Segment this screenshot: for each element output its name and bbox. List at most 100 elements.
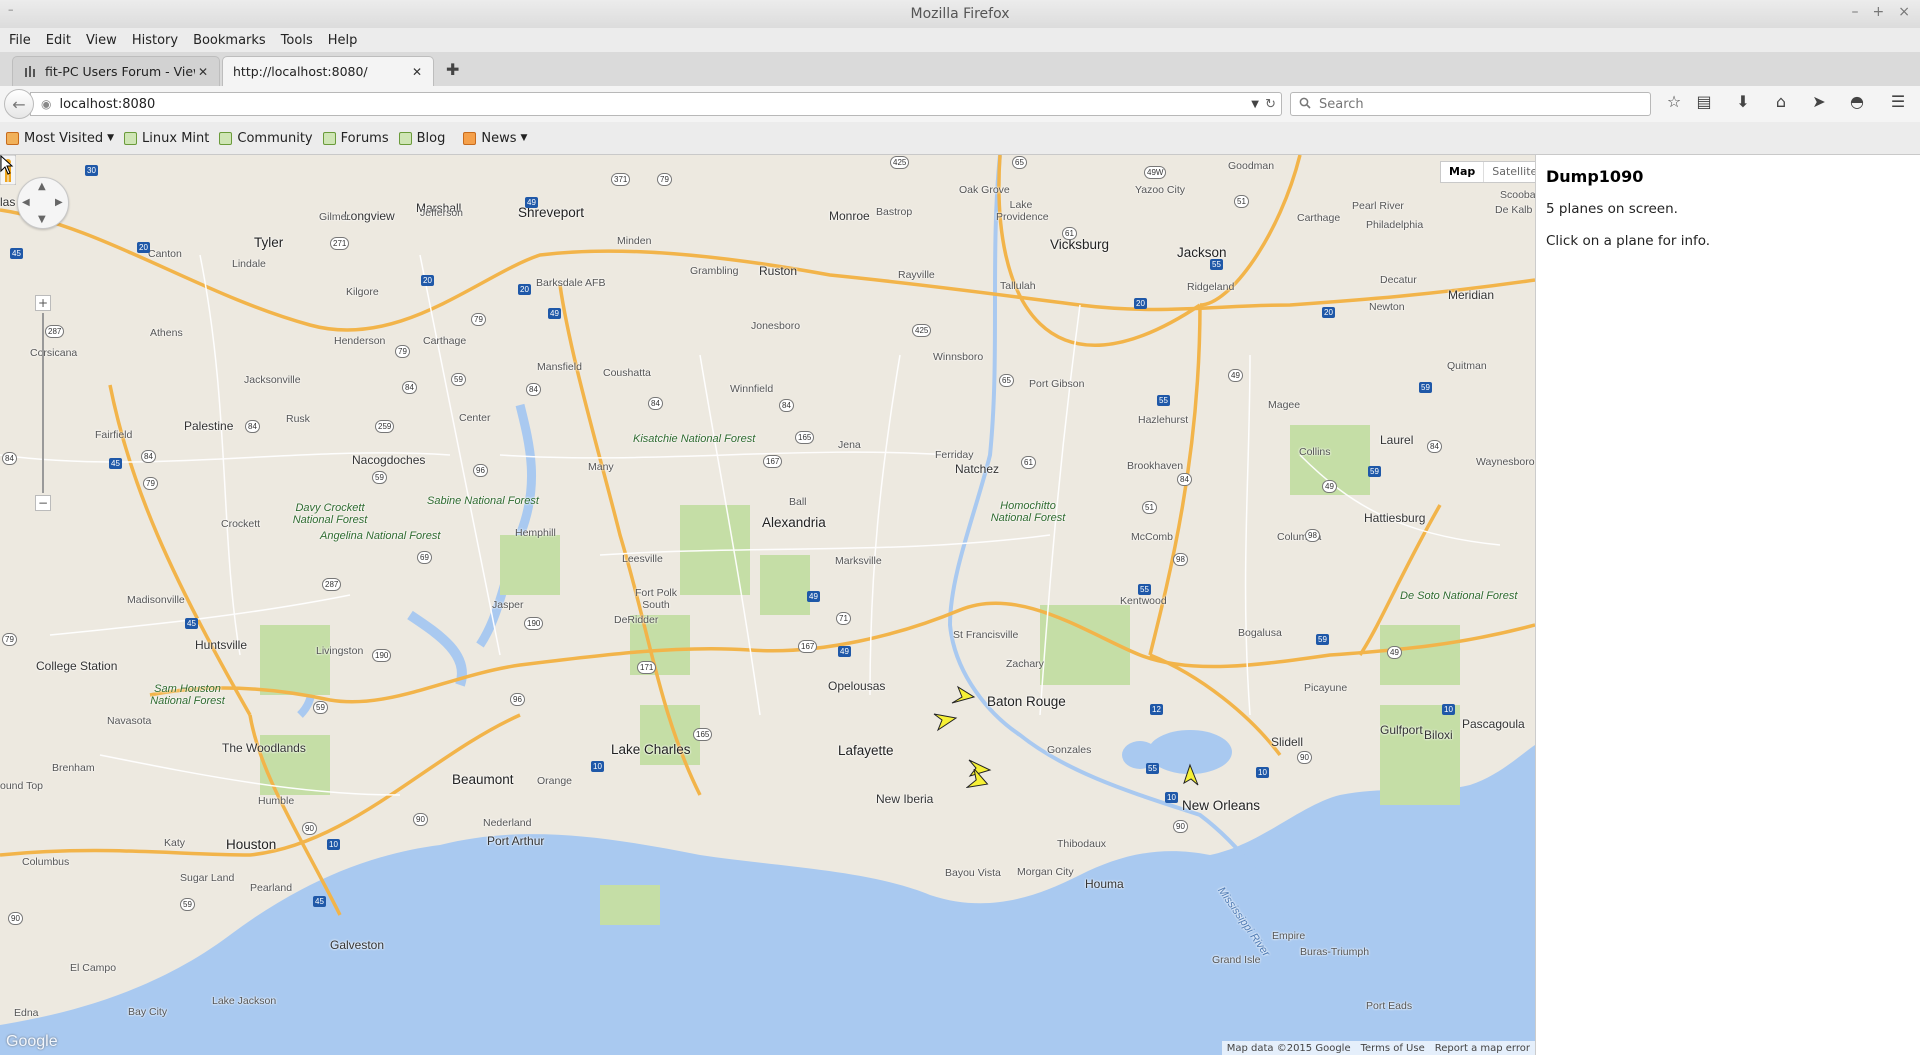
city-label: The Woodlands bbox=[222, 741, 306, 755]
menu-file[interactable]: File bbox=[9, 33, 31, 48]
chevron-down-icon: ▼ bbox=[520, 133, 528, 143]
new-tab-plus-icon[interactable]: ✚ bbox=[446, 60, 459, 79]
search-icon bbox=[1299, 97, 1311, 112]
city-label: Columbus bbox=[22, 856, 70, 868]
bookmark-label: Linux Mint bbox=[142, 130, 210, 146]
city-label: Lake Providence bbox=[996, 199, 1049, 223]
map-attribution: Map data ©2015 Google bbox=[1226, 1042, 1351, 1054]
url-input[interactable] bbox=[57, 95, 1202, 113]
state-route-shield: 84 bbox=[1177, 473, 1192, 486]
city-label: Carthage bbox=[1297, 212, 1341, 224]
menu-tools[interactable]: Tools bbox=[281, 33, 313, 48]
plane-icon[interactable] bbox=[966, 769, 992, 793]
terms-of-use-link[interactable]: Terms of Use bbox=[1356, 1043, 1430, 1054]
route-shield: 10 bbox=[1256, 767, 1269, 778]
pan-up-icon[interactable]: ▲ bbox=[38, 181, 46, 192]
reload-icon[interactable]: ↻ bbox=[1265, 97, 1276, 112]
city-label: Center bbox=[459, 412, 491, 424]
pan-down-icon[interactable]: ▼ bbox=[38, 214, 46, 225]
map-base-layer bbox=[0, 155, 1535, 1055]
state-route-shield: 49 bbox=[1228, 369, 1243, 382]
zoom-in-button[interactable]: + bbox=[35, 295, 51, 311]
pan-right-icon[interactable]: ▶ bbox=[55, 197, 63, 208]
tab-close-icon[interactable]: ✕ bbox=[195, 65, 211, 79]
downloads-icon[interactable]: ⬇ bbox=[1731, 92, 1755, 111]
bookmark-label: News bbox=[481, 130, 517, 146]
state-route-shield: 84 bbox=[1427, 440, 1442, 453]
pan-left-icon[interactable]: ◀ bbox=[22, 197, 30, 208]
route-shield: 10 bbox=[327, 839, 340, 850]
site-identity-icon[interactable]: ◉ bbox=[41, 97, 51, 111]
city-label: Laurel bbox=[1380, 433, 1414, 447]
menu-help[interactable]: Help bbox=[328, 33, 358, 48]
plane-icon[interactable] bbox=[932, 708, 958, 732]
menu-history[interactable]: History bbox=[132, 33, 178, 48]
bookmark-community[interactable]: Community bbox=[219, 131, 313, 146]
state-route-shield: 371 bbox=[611, 173, 631, 186]
city-label: Houston bbox=[226, 837, 277, 852]
bookmark-forums[interactable]: Forums bbox=[322, 131, 389, 146]
tab-forum[interactable]: fit-PC Users Forum - View... ✕ bbox=[12, 56, 220, 86]
map-canvas[interactable]: Shreveport Monroe Vicksburg Jackson Tyle… bbox=[0, 155, 1535, 1055]
city-label: Port Eads bbox=[1366, 1000, 1413, 1012]
route-shield: 45 bbox=[109, 458, 122, 469]
state-route-shield: 167 bbox=[763, 455, 783, 468]
state-route-shield: 167 bbox=[798, 640, 818, 653]
plane-icon[interactable] bbox=[1180, 763, 1206, 787]
city-label: Thibodaux bbox=[1057, 838, 1107, 850]
reading-list-icon[interactable]: ▤ bbox=[1692, 92, 1716, 111]
close-window-button[interactable]: × bbox=[1898, 4, 1910, 20]
city-label: Grand Isle bbox=[1212, 954, 1261, 966]
route-shield: 55 bbox=[1157, 395, 1170, 406]
bookmark-news[interactable]: News ▼ bbox=[463, 131, 527, 146]
city-label: Henderson bbox=[334, 335, 386, 347]
menu-bookmarks[interactable]: Bookmarks bbox=[193, 33, 266, 48]
city-label: Opelousas bbox=[828, 679, 886, 693]
city-label: Edna bbox=[14, 1007, 39, 1019]
state-route-shield: 79 bbox=[143, 477, 158, 490]
report-map-error-link[interactable]: Report a map error bbox=[1430, 1043, 1535, 1054]
url-history-dropdown-icon[interactable]: ▼ bbox=[1251, 99, 1259, 110]
tab-close-icon[interactable]: ✕ bbox=[409, 65, 425, 79]
plane-hint-text: Click on a plane for info. bbox=[1546, 233, 1711, 249]
bookmark-most-visited[interactable]: Most Visited ▼ bbox=[6, 131, 114, 146]
zoom-out-button[interactable]: − bbox=[35, 495, 51, 511]
back-button[interactable]: ← bbox=[4, 89, 34, 119]
city-label: Athens bbox=[150, 327, 183, 339]
bookmark-blog[interactable]: Blog bbox=[398, 131, 445, 146]
hamburger-menu-icon[interactable]: ☰ bbox=[1886, 92, 1910, 111]
app-name: Dump1090 bbox=[1546, 167, 1644, 186]
zoom-slider[interactable] bbox=[42, 313, 44, 493]
home-icon[interactable]: ⌂ bbox=[1769, 92, 1793, 111]
plane-icon[interactable] bbox=[950, 685, 976, 709]
state-route-shield: 190 bbox=[372, 649, 392, 662]
forest-patch bbox=[260, 625, 330, 695]
map-type-satellite-button[interactable]: Satellite bbox=[1483, 162, 1535, 182]
city-label: Port Arthur bbox=[487, 834, 545, 848]
state-route-shield: 425 bbox=[890, 156, 910, 169]
city-label: las bbox=[0, 195, 16, 209]
menu-edit[interactable]: Edit bbox=[46, 33, 71, 48]
route-shield: 49 bbox=[838, 646, 851, 657]
search-input[interactable] bbox=[1317, 95, 1631, 113]
map-type-map-button[interactable]: Map bbox=[1441, 162, 1483, 182]
share-icon[interactable]: ➤ bbox=[1807, 92, 1831, 111]
maximize-button[interactable]: + bbox=[1873, 4, 1885, 20]
city-label: Ferriday bbox=[935, 449, 974, 461]
bookmark-linux-mint[interactable]: Linux Mint bbox=[124, 131, 209, 146]
minimize-button[interactable]: – bbox=[1852, 4, 1859, 20]
city-label: Jasper bbox=[492, 599, 524, 611]
bookmark-star-icon[interactable]: ☆ bbox=[1662, 92, 1686, 111]
state-route-shield: 96 bbox=[510, 693, 525, 706]
city-label: Coushatta bbox=[603, 367, 651, 379]
city-label: Fort Polk South bbox=[634, 587, 677, 611]
state-route-shield: 90 bbox=[1297, 751, 1312, 764]
route-shield: 55 bbox=[1138, 584, 1151, 595]
pan-control[interactable]: ▲ ▼ ◀ ▶ bbox=[17, 177, 69, 229]
menu-view[interactable]: View bbox=[86, 33, 117, 48]
city-label: Grambling bbox=[690, 265, 739, 277]
url-bar[interactable]: ◉ ▼ ↻ bbox=[30, 92, 1282, 116]
search-bar[interactable] bbox=[1290, 92, 1651, 116]
tab-localhost[interactable]: http://localhost:8080/ ✕ bbox=[222, 56, 434, 86]
chat-icon[interactable]: ◓ bbox=[1845, 92, 1869, 111]
